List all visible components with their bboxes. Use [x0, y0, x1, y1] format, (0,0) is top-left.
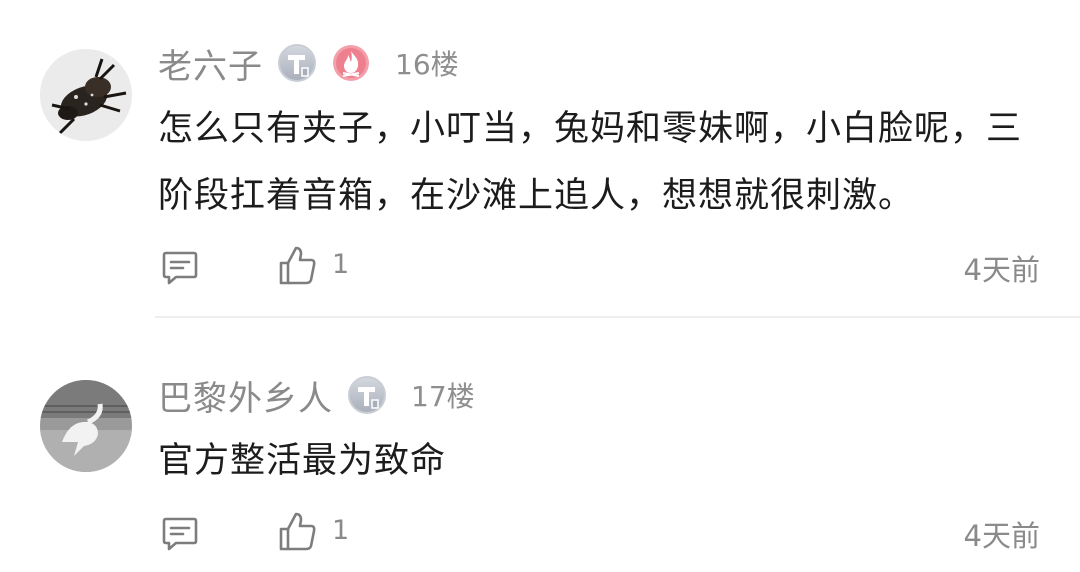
comment-item: 老六子 16楼 怎么只有夹子，小叮当，兔妈和零妹啊，小白脸呢，三阶段扛着音箱，在… — [0, 0, 1080, 318]
comment-time: 4天前 — [963, 253, 1040, 287]
comment-actions: 1 4天前 — [0, 243, 1080, 289]
thumbs-up-icon[interactable] — [277, 243, 319, 287]
username[interactable]: 老六子 — [158, 39, 263, 88]
comment-item: 巴黎外乡人 17楼 官方整活最为致命 1 4天前 — [0, 318, 1080, 572]
like-count: 1 — [332, 515, 350, 546]
floor-number: 16楼 — [395, 48, 459, 81]
t-level-badge-icon — [277, 43, 317, 83]
floor-number: 17楼 — [411, 380, 475, 413]
comment-text: 官方整活最为致命 — [158, 441, 447, 481]
thumbs-up-icon[interactable] — [277, 509, 319, 553]
comment-reply-icon[interactable] — [160, 513, 200, 553]
avatar[interactable] — [40, 380, 132, 472]
comment-actions: 1 4天前 — [0, 509, 1080, 555]
comment-reply-icon[interactable] — [160, 247, 200, 287]
comment-time: 4天前 — [963, 519, 1040, 553]
comment-meta: 巴黎外乡人 17楼 — [158, 375, 475, 419]
avatar[interactable] — [40, 49, 132, 141]
username[interactable]: 巴黎外乡人 — [158, 371, 333, 420]
fire-badge-icon — [331, 43, 371, 83]
t-level-badge-icon — [347, 375, 387, 415]
like-count: 1 — [332, 249, 350, 280]
comment-meta: 老六子 16楼 — [158, 43, 459, 87]
comment-text: 怎么只有夹子，小叮当，兔妈和零妹啊，小白脸呢，三阶段扛着音箱，在沙滩上追人，想想… — [158, 109, 1023, 216]
